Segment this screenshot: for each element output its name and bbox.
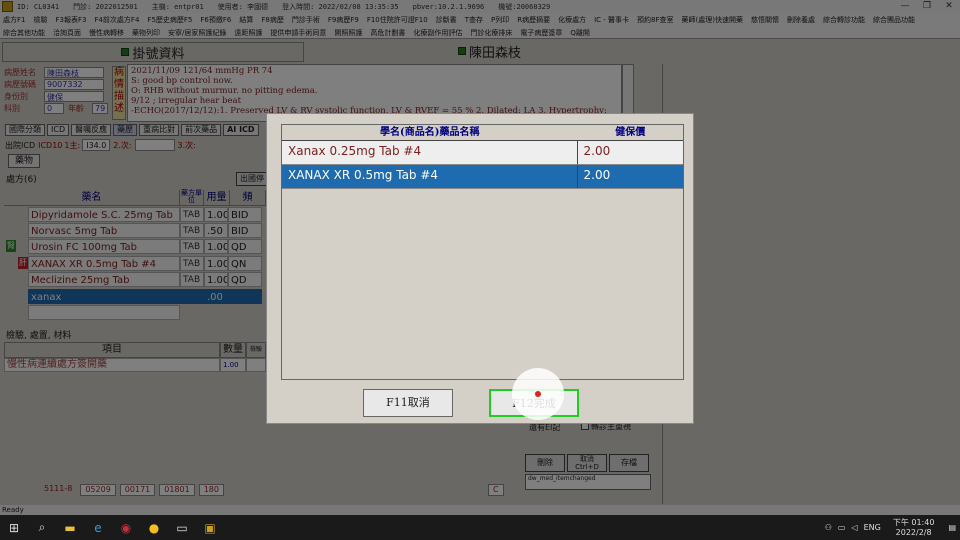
drug-name: XANAX XR 0.5mg Tab #4	[282, 165, 578, 188]
volume-icon[interactable]: ◁	[851, 523, 857, 532]
drug-name: Xanax 0.25mg Tab #4	[282, 141, 578, 164]
cursor-dot	[535, 391, 541, 397]
windows-start-icon[interactable]: ⊞	[0, 515, 28, 540]
language-indicator[interactable]: ENG	[864, 523, 881, 532]
chrome-icon[interactable]: ●	[140, 515, 168, 540]
edge-icon[interactable]: e	[84, 515, 112, 540]
drug-list-header: 學名(商品名)藥品名稱 健保價	[282, 125, 683, 141]
drug-price: 2.00	[583, 168, 611, 182]
app-icon[interactable]: ◉	[112, 515, 140, 540]
terminal-icon[interactable]: ▭	[168, 515, 196, 540]
list-item[interactable]: Xanax 0.25mg Tab #4 2.00	[282, 141, 683, 165]
drug-selection-dialog: 學名(商品名)藥品名稱 健保價 Xanax 0.25mg Tab #4 2.00…	[266, 113, 694, 424]
system-tray: ⚇ ▭ ◁ ENG 下午 01:40 2022/2/8 ▤	[825, 515, 956, 540]
person-icon[interactable]: ⚇	[825, 523, 832, 532]
col-generic-name: 學名(商品名)藥品名稱	[380, 127, 480, 138]
file-explorer-icon[interactable]: ▬	[56, 515, 84, 540]
col-price: 健保價	[615, 127, 646, 138]
network-icon[interactable]: ▭	[838, 523, 846, 532]
clock-time: 下午 01:40	[892, 517, 935, 527]
list-item[interactable]: XANAX XR 0.5mg Tab #4 2.00	[282, 165, 683, 189]
cancel-button[interactable]: F11取消	[363, 389, 453, 417]
search-icon[interactable]: ⌕	[28, 515, 56, 540]
clock[interactable]: 下午 01:40 2022/2/8	[893, 518, 935, 538]
drug-list: 學名(商品名)藥品名稱 健保價 Xanax 0.25mg Tab #4 2.00…	[281, 124, 684, 380]
his-app-icon[interactable]: ▣	[196, 515, 224, 540]
notification-icon[interactable]: ▤	[948, 523, 956, 532]
taskbar: ⊞ ⌕ ▬ e ◉ ● ▭ ▣ ⚇ ▭ ◁ ENG 下午 01:40 2022/…	[0, 515, 960, 540]
clock-date: 2022/2/8	[895, 527, 932, 537]
drug-price: 2.00	[583, 144, 611, 158]
